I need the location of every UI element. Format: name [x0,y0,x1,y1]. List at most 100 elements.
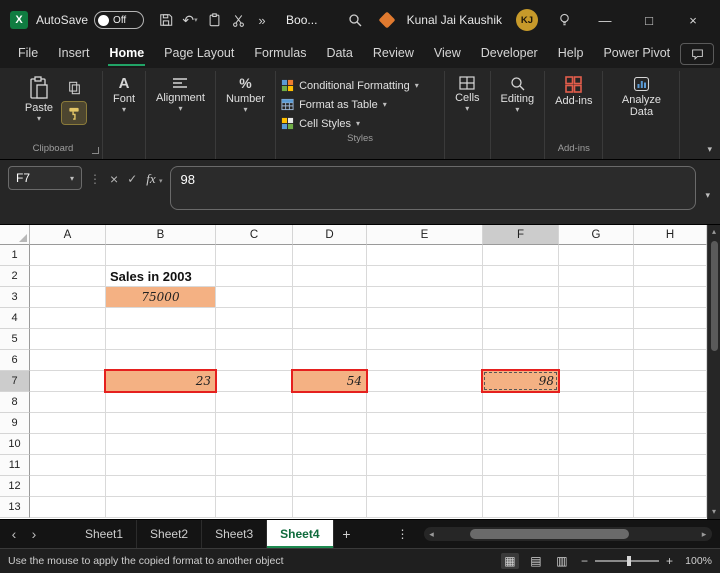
cell-A3[interactable] [30,287,106,308]
cell-A12[interactable] [30,476,106,497]
cell-F13[interactable] [483,497,559,518]
cell-H4[interactable] [634,308,707,329]
menu-tab-power-pivot[interactable]: Power Pivot [593,40,680,68]
cell-H2[interactable] [634,266,707,287]
cell-B7[interactable]: 23 [104,369,217,393]
cell-G2[interactable] [559,266,634,287]
clipboard-icon[interactable] [202,8,226,32]
cell-A1[interactable] [30,245,106,266]
cell-D10[interactable] [293,434,367,455]
row-header-2[interactable]: 2 [0,266,30,287]
menu-tab-view[interactable]: View [424,40,471,68]
cell-E7[interactable] [367,371,483,392]
cell-B3[interactable]: 75000 [106,287,216,308]
cell-F11[interactable] [483,455,559,476]
scroll-left-icon[interactable]: ◂ [424,529,440,540]
cell-E9[interactable] [367,413,483,434]
cell-C2[interactable] [216,266,293,287]
menu-tab-data[interactable]: Data [316,40,362,68]
cell-E5[interactable] [367,329,483,350]
cell-B11[interactable] [106,455,216,476]
cell-E11[interactable] [367,455,483,476]
font-button[interactable]: A Font ▾ [108,73,140,116]
cell-H1[interactable] [634,245,707,266]
cell-D5[interactable] [293,329,367,350]
cell-D2[interactable] [293,266,367,287]
cell-G11[interactable] [559,455,634,476]
cell-E8[interactable] [367,392,483,413]
cell-D3[interactable] [293,287,367,308]
clipboard-dialog-launcher-icon[interactable] [92,147,99,154]
cell-E3[interactable] [367,287,483,308]
user-name[interactable]: Kunal Jai Kaushik [407,13,502,27]
cell-F4[interactable] [483,308,559,329]
cell-C3[interactable] [216,287,293,308]
cell-D8[interactable] [293,392,367,413]
cell-C4[interactable] [216,308,293,329]
cell-G6[interactable] [559,350,634,371]
expand-formula-bar-icon[interactable]: ▾ [703,190,712,201]
cell-E4[interactable] [367,308,483,329]
zoom-in-icon[interactable]: + [666,554,673,568]
cell-G13[interactable] [559,497,634,518]
format-painter-icon[interactable] [61,101,88,125]
collapse-ribbon-icon[interactable]: ▾ [707,144,712,155]
cell-H3[interactable] [634,287,707,308]
sheet-tab-sheet2[interactable]: Sheet2 [137,520,203,548]
row-header-1[interactable]: 1 [0,245,30,266]
comments-button[interactable] [680,43,715,65]
row-header-8[interactable]: 8 [0,392,30,413]
cell-G9[interactable] [559,413,634,434]
search-icon[interactable] [343,8,367,32]
alignment-button[interactable]: Alignment ▾ [151,73,210,115]
cell-A9[interactable] [30,413,106,434]
minimize-button[interactable]: — [590,13,620,28]
next-sheet-icon[interactable]: › [24,526,44,542]
save-icon[interactable] [154,8,178,32]
horizontal-scroll-thumb[interactable] [470,529,630,539]
cell-H11[interactable] [634,455,707,476]
cell-H5[interactable] [634,329,707,350]
cell-F10[interactable] [483,434,559,455]
cell-A5[interactable] [30,329,106,350]
cell-B5[interactable] [106,329,216,350]
addins-button[interactable]: Add-ins [550,73,597,110]
cell-B1[interactable] [106,245,216,266]
zoom-level[interactable]: 100% [680,555,712,567]
cell-H6[interactable] [634,350,707,371]
cell-A13[interactable] [30,497,106,518]
cell-E1[interactable] [367,245,483,266]
menu-tab-page-layout[interactable]: Page Layout [154,40,244,68]
cell-E13[interactable] [367,497,483,518]
column-header-C[interactable]: C [216,225,293,245]
cell-B9[interactable] [106,413,216,434]
close-button[interactable]: × [678,13,708,28]
row-header-4[interactable]: 4 [0,308,30,329]
zoom-slider[interactable] [594,556,659,566]
cell-F9[interactable] [483,413,559,434]
cell-D12[interactable] [293,476,367,497]
cell-C10[interactable] [216,434,293,455]
column-header-B[interactable]: B [106,225,216,245]
editing-button[interactable]: Editing ▾ [496,73,540,116]
cell-G5[interactable] [559,329,634,350]
workbook-title[interactable]: Boo... [286,13,317,27]
cell-G12[interactable] [559,476,634,497]
autosave-switch-icon[interactable]: Off [94,11,145,29]
cell-B4[interactable] [106,308,216,329]
row-header-3[interactable]: 3 [0,287,30,308]
cell-A6[interactable] [30,350,106,371]
cell-A7[interactable] [30,371,106,392]
menu-tab-developer[interactable]: Developer [471,40,548,68]
scroll-down-icon[interactable]: ▾ [712,505,716,519]
cell-A4[interactable] [30,308,106,329]
cell-D7[interactable]: 54 [291,369,368,393]
analyze-data-button[interactable]: Analyze Data [608,73,674,121]
sheet-options-icon[interactable]: ⋮ [390,527,416,541]
column-header-D[interactable]: D [293,225,367,245]
menu-tab-review[interactable]: Review [363,40,424,68]
zoom-out-icon[interactable]: − [581,554,588,568]
cell-G8[interactable] [559,392,634,413]
cell-C8[interactable] [216,392,293,413]
autosave-toggle[interactable]: AutoSave Off [36,11,145,29]
